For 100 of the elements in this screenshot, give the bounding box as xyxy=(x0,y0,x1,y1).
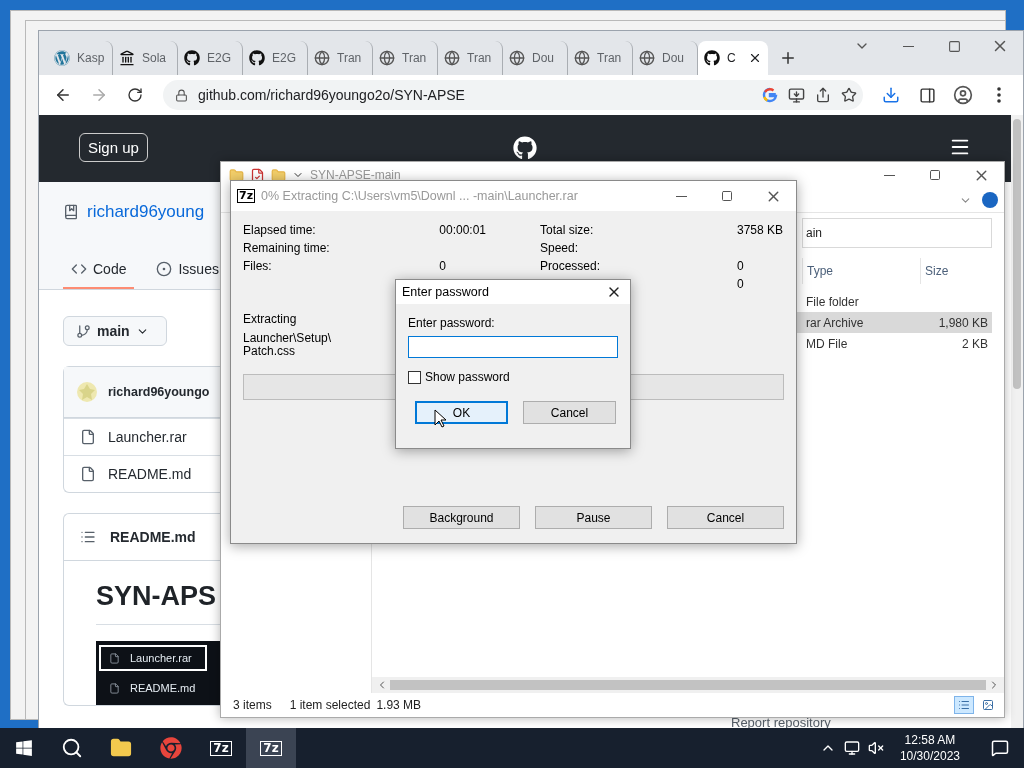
volume-muted-icon[interactable] xyxy=(867,740,884,756)
clock[interactable]: 12:58 AM 10/30/2023 xyxy=(891,732,968,764)
issue-icon xyxy=(156,261,173,277)
file-icon xyxy=(80,429,96,445)
bank-icon xyxy=(119,50,135,66)
github-icon xyxy=(184,50,200,66)
globe-icon xyxy=(379,50,395,66)
stat-value: 0 xyxy=(439,259,447,273)
size-cell-text: 1,980 KB xyxy=(937,315,989,330)
window-title: 0% Extracting C:\Users\vm5\Downl ... -main\Launcher.rar xyxy=(261,189,578,203)
repo-owner-link[interactable]: richard96young xyxy=(87,202,205,222)
dialog-button[interactable]: OK xyxy=(415,401,508,424)
stat-value: 0 xyxy=(736,259,745,273)
folder-icon xyxy=(229,167,244,183)
globe-icon xyxy=(444,50,460,66)
dialog-button[interactable]: Cancel xyxy=(523,401,616,424)
checkbox-label: Show password xyxy=(425,370,510,384)
maximize-icon xyxy=(721,190,733,202)
type-cell-text: MD File xyxy=(805,336,849,351)
scrollbar-thumb[interactable] xyxy=(1013,119,1021,389)
network-icon[interactable] xyxy=(843,740,860,756)
more-icon xyxy=(997,87,1001,103)
stat-value: 3758 KB xyxy=(736,223,783,237)
globe-icon xyxy=(314,50,330,66)
mouse-pointer-icon xyxy=(434,409,446,428)
size-cell-text: 2 KB xyxy=(961,336,989,351)
column-header[interactable]: Size xyxy=(920,258,992,284)
stat-value: 00:00:01 xyxy=(439,223,486,237)
url-text: github.com/richard96youngo2o/SYN-APSE xyxy=(198,87,466,103)
minimize-icon xyxy=(883,174,895,176)
repo-nav-tab[interactable]: Issues xyxy=(148,261,221,289)
close-icon[interactable] xyxy=(748,51,762,65)
file-link[interactable]: README.md xyxy=(108,466,192,482)
github-logo-icon[interactable] xyxy=(513,136,537,160)
report-repository-link[interactable]: Report repository xyxy=(731,716,1011,729)
stat-label: Elapsed time: xyxy=(243,223,317,237)
type-cell-text: rar Archive xyxy=(805,315,865,330)
window-title: SYN-APSE-main xyxy=(310,168,401,182)
globe-icon xyxy=(574,50,590,66)
user-icon xyxy=(953,85,973,105)
globe-icon xyxy=(639,50,655,66)
download-icon xyxy=(882,86,900,104)
install-app-icon[interactable] xyxy=(788,86,805,104)
forward-arrow-icon xyxy=(90,86,108,104)
google-icon[interactable] xyxy=(762,87,778,103)
plus-icon xyxy=(779,49,797,67)
github-icon xyxy=(704,50,720,66)
seven-zip-logo: 7z xyxy=(237,189,256,203)
column-header[interactable]: Type xyxy=(802,258,920,284)
screenshot-file-item: Launcher.rar xyxy=(99,645,207,671)
maximize-icon xyxy=(929,169,941,181)
stat-label: Remaining time: xyxy=(243,241,331,255)
stat-label: Total size: xyxy=(540,223,595,237)
bookmark-star-icon[interactable] xyxy=(841,87,857,103)
maximize-icon xyxy=(947,39,961,53)
dialog-button[interactable]: Pause xyxy=(535,506,652,529)
file-link[interactable]: Launcher.rar xyxy=(108,429,187,445)
avatar-icon xyxy=(76,381,98,403)
horizontal-scrollbar[interactable] xyxy=(372,677,1004,693)
message-icon xyxy=(991,739,1009,757)
readme-title: README.md xyxy=(110,529,196,545)
screenshot-file-item: README.md xyxy=(99,675,207,701)
globe-icon xyxy=(509,50,525,66)
selection-info: 1 item selected xyxy=(289,698,371,712)
file-icon xyxy=(109,652,120,664)
browser-tab[interactable]: C xyxy=(698,41,768,75)
stat-label: Files: xyxy=(243,259,273,273)
github-icon xyxy=(249,50,265,66)
password-field[interactable] xyxy=(408,336,618,358)
code-icon xyxy=(71,261,87,277)
current-file-path: Launcher\Setup\ Patch.css xyxy=(243,332,332,358)
folder-icon xyxy=(110,737,132,759)
dialog-button[interactable]: Background xyxy=(403,506,520,529)
dialog-button[interactable]: Cancel xyxy=(667,506,784,529)
list-icon[interactable] xyxy=(80,529,96,545)
stat-label: Speed: xyxy=(540,241,580,255)
commit-author: richard96youngo xyxy=(108,385,210,399)
file-icon xyxy=(80,466,96,482)
branch-icon xyxy=(76,323,91,339)
stat-value: 0 xyxy=(736,277,745,291)
show-password-checkbox[interactable] xyxy=(408,370,421,384)
minimize-icon xyxy=(675,195,687,197)
password-label: Enter password: xyxy=(408,316,495,330)
address-field[interactable]: ain xyxy=(802,218,992,248)
address-bar[interactable]: github.com/richard96youngo2o/SYN-APSE xyxy=(163,80,863,110)
chrome-icon xyxy=(160,737,182,759)
taskbar-app-button[interactable]: 7z xyxy=(196,728,246,768)
selection-size: 1.93 MB xyxy=(376,698,422,712)
sign-up-button[interactable]: Sign up xyxy=(79,133,148,162)
repo-nav-tab[interactable]: Code xyxy=(63,261,135,289)
file-icon xyxy=(109,682,120,694)
wordpress-icon xyxy=(54,50,70,66)
taskbar-app-button[interactable]: 7z xyxy=(246,728,296,768)
stat-label: Processed: xyxy=(540,259,602,273)
dialog-title: Enter password xyxy=(402,285,489,299)
side-panel-icon xyxy=(918,86,936,104)
details-view-button[interactable] xyxy=(954,696,974,714)
reload-icon xyxy=(127,87,143,103)
share-icon[interactable] xyxy=(815,87,831,103)
branch-selector[interactable]: main xyxy=(63,316,167,346)
